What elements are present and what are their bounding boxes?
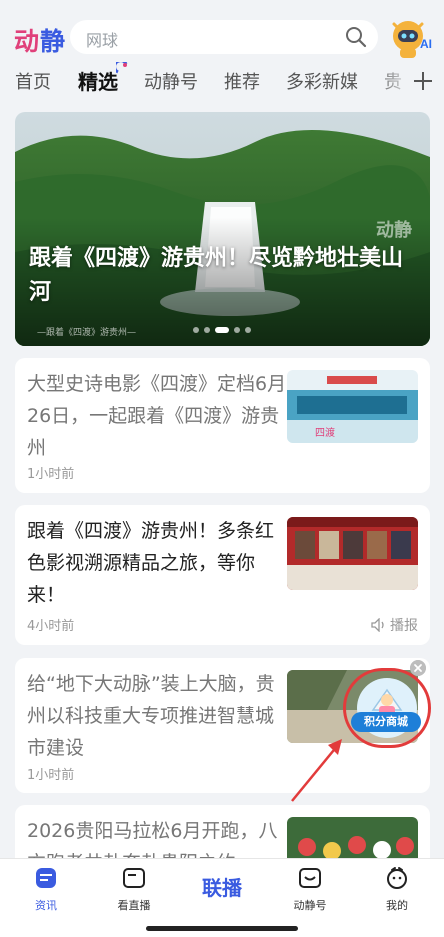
tab-duocai-xinmei[interactable]: 多彩新媒 <box>286 68 358 94</box>
news-thumbnail[interactable] <box>287 517 418 590</box>
header: 动静 网球 AI 首页 精选 动静号 推荐 多彩新媒 贵 <box>0 0 444 108</box>
app-logo[interactable]: 动静 <box>14 22 66 58</box>
logo-part-1: 动 <box>14 27 41 56</box>
news-card[interactable]: 跟着《四渡》游贵州！多条红色影视溯源精品之旅，等你来！ 4小时前 播报 <box>15 505 430 645</box>
nav-lianbo[interactable]: 联播 <box>186 873 258 903</box>
news-title[interactable]: 大型史诗电影《四渡》定档6月26日，一起跟着《四渡》游贵州 <box>27 368 289 464</box>
speaker-icon <box>371 618 384 632</box>
ai-badge: AI <box>420 37 432 51</box>
carousel-dot[interactable] <box>193 327 199 333</box>
nav-mine[interactable]: 我的 <box>362 865 432 913</box>
points-mall-label[interactable]: 积分商城 <box>351 712 421 732</box>
tabs-fade <box>374 64 414 100</box>
nav-news[interactable]: 资讯 <box>11 865 81 913</box>
dongjinghao-icon <box>299 868 321 888</box>
tab-recommend[interactable]: 推荐 <box>224 68 260 94</box>
nav-label: 动静号 <box>293 899 327 912</box>
broadcast-label: 播报 <box>390 618 418 634</box>
close-icon[interactable] <box>410 660 426 676</box>
add-channel-icon[interactable] <box>412 70 434 92</box>
carousel-dot[interactable] <box>204 327 210 333</box>
ai-assistant-icon[interactable]: AI <box>386 14 436 60</box>
hero-title[interactable]: 跟着《四渡》游贵州！尽览黔地壮美山河 <box>29 242 419 310</box>
nav-label: 看直播 <box>117 899 151 912</box>
search-input[interactable]: 网球 <box>70 20 378 54</box>
hero-caption: —跟着《四渡》游贵州— <box>37 328 137 338</box>
logo-part-2: 静 <box>40 27 67 56</box>
news-icon <box>36 868 56 888</box>
news-thumbnail[interactable]: 四渡 <box>287 370 418 443</box>
broadcast-button[interactable]: 播报 <box>371 615 418 635</box>
news-time: 1小时前 <box>27 768 75 783</box>
svg-text:四渡: 四渡 <box>315 426 335 439</box>
tv-icon <box>123 868 145 888</box>
nav-dongjinghao[interactable]: 动静号 <box>275 865 345 913</box>
search-placeholder: 网球 <box>86 31 119 50</box>
tab-featured[interactable]: 精选 <box>78 66 118 95</box>
news-card[interactable]: 大型史诗电影《四渡》定档6月26日，一起跟着《四渡》游贵州 1小时前 四渡 <box>15 358 430 493</box>
lianbo-logo-text: 联播 <box>202 876 242 900</box>
hero-image <box>15 112 430 346</box>
tab-featured-badge-icon <box>116 62 128 74</box>
nav-label: 资讯 <box>35 899 57 912</box>
news-time: 1小时前 <box>27 467 75 482</box>
news-time: 4小时前 <box>27 619 75 634</box>
tab-dongjinghao[interactable]: 动静号 <box>144 68 198 94</box>
channel-tabs: 首页 精选 动静号 推荐 多彩新媒 贵 <box>0 62 444 100</box>
home-indicator <box>146 926 298 931</box>
carousel-indicator <box>193 327 251 333</box>
hero-watermark: 动静 <box>376 220 412 241</box>
nav-live[interactable]: 看直播 <box>99 865 169 913</box>
profile-icon <box>387 867 407 889</box>
tab-home[interactable]: 首页 <box>15 68 51 94</box>
news-title[interactable]: 跟着《四渡》游贵州！多条红色影视溯源精品之旅，等你来！ <box>27 515 289 611</box>
carousel-dot[interactable] <box>234 327 240 333</box>
carousel-dot[interactable] <box>245 327 251 333</box>
news-title[interactable]: 给“地下大动脉”装上大脑，贵州以科技重大专项推进智慧城市建设 <box>27 668 289 764</box>
search-icon[interactable] <box>344 25 368 49</box>
carousel-dot-active[interactable] <box>215 327 229 333</box>
hero-banner[interactable]: 动静 跟着《四渡》游贵州！尽览黔地壮美山河 —跟着《四渡》游贵州— <box>15 112 430 346</box>
nav-label: 我的 <box>386 899 408 912</box>
pointer-arrow-icon <box>291 739 342 802</box>
